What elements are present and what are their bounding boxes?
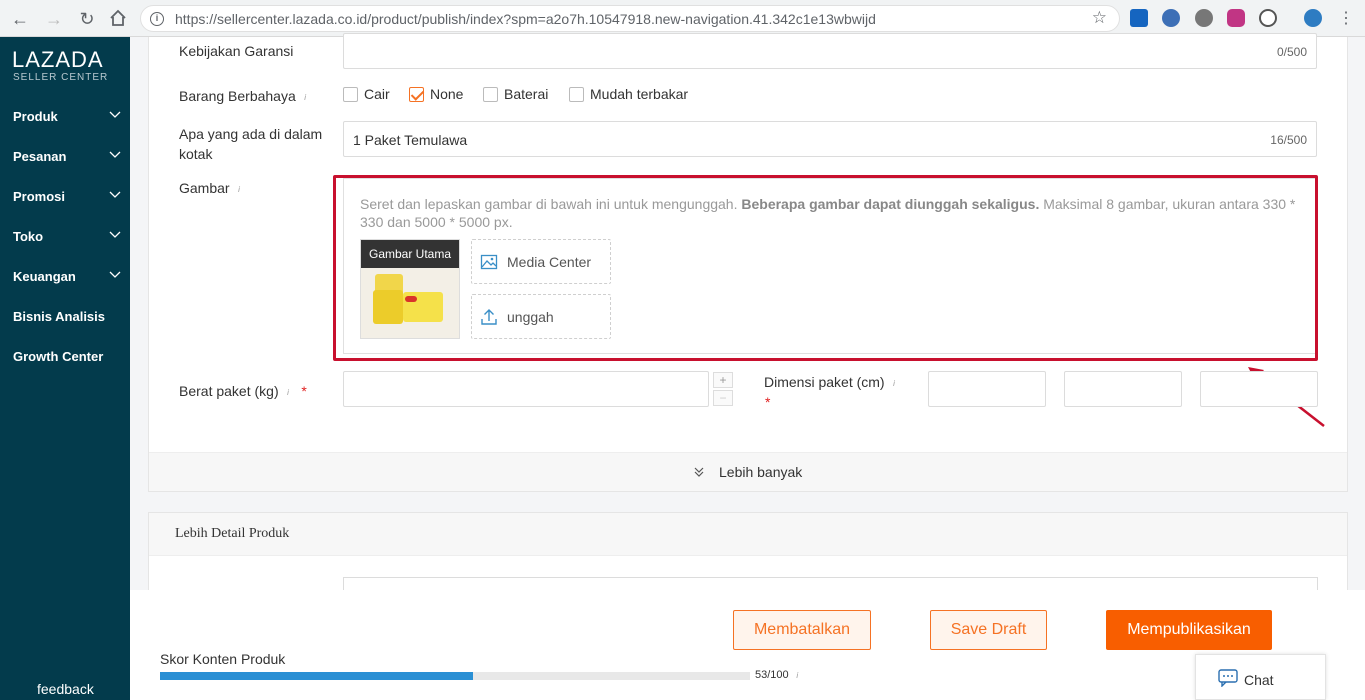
brand-logo[interactable]: LAZADA	[12, 47, 104, 73]
product-detail-header: Lebih Detail Produk	[149, 513, 1347, 556]
chevron-down-icon	[109, 148, 121, 163]
sidebar-item-label: Growth Center	[13, 349, 104, 364]
content-score-label: Skor Konten Produk	[160, 651, 286, 667]
address-bar[interactable]: i https://sellercenter.lazada.co.id/prod…	[140, 5, 1120, 32]
sidebar-item-label: Promosi	[13, 189, 66, 204]
images-label: Gambar i	[179, 180, 244, 196]
info-icon[interactable]: i	[300, 92, 311, 103]
checkbox-mudah-terbakar[interactable]: Mudah terbakar	[569, 86, 688, 102]
sidebar-item-label: Keuangan	[13, 269, 76, 284]
warranty-input[interactable]: 0/500	[343, 33, 1317, 69]
browser-menu-icon[interactable]: ⋮	[1336, 9, 1356, 29]
box-contents-input[interactable]: 1 Paket Temulawa 16/500	[343, 121, 1317, 157]
length-input[interactable]	[928, 371, 1046, 407]
weight-increment-button[interactable]: +	[713, 372, 733, 388]
weight-input[interactable]	[343, 371, 709, 407]
chat-extension-icon[interactable]	[1259, 9, 1277, 27]
checkbox-box[interactable]	[483, 87, 498, 102]
sidebar-item-bisnis-analisis[interactable]: Bisnis Analisis	[13, 309, 123, 324]
cancel-button[interactable]: Membatalkan	[733, 610, 871, 650]
extension-icon-2[interactable]	[1162, 9, 1180, 27]
content-score-fill	[160, 672, 473, 680]
info-icon[interactable]: i	[792, 670, 803, 681]
sidebar: LAZADA SELLER CENTER Produk Pesanan Promos…	[0, 37, 130, 700]
info-icon[interactable]: i	[888, 378, 899, 389]
home-icon[interactable]	[108, 9, 128, 29]
sidebar-item-growth-center[interactable]: Growth Center	[13, 349, 123, 364]
sidebar-item-toko[interactable]: Toko	[13, 229, 123, 244]
checkbox-none[interactable]: None	[409, 86, 463, 102]
warranty-char-count: 0/500	[1276, 45, 1307, 59]
bottom-action-bar: Membatalkan Save Draft Mempublikasikan S…	[130, 590, 1365, 700]
content-score-bar	[160, 672, 750, 680]
product-detail-title: Lebih Detail Produk	[175, 526, 290, 541]
sidebar-item-label: Toko	[13, 229, 44, 244]
url-text: https://sellercenter.lazada.co.id/produc…	[175, 11, 876, 27]
extension-gear-icon[interactable]	[1195, 9, 1213, 27]
warranty-label: Kebijakan Garansi	[179, 43, 294, 59]
sidebar-item-label: Produk	[13, 109, 58, 124]
annotation-highlight-box	[333, 175, 1318, 361]
checkbox-box[interactable]	[343, 87, 358, 102]
box-contents-char-count: 16/500	[1270, 133, 1307, 147]
chevron-down-icon	[109, 268, 121, 283]
chat-button[interactable]: Chat	[1195, 654, 1326, 700]
publish-button[interactable]: Mempublikasikan	[1106, 610, 1272, 650]
forward-icon[interactable]: →	[44, 9, 64, 29]
instagram-icon[interactable]	[1227, 9, 1245, 27]
site-info-icon[interactable]: i	[150, 12, 164, 26]
browser-toolbar: ← → ↻ i https://sellercenter.lazada.co.i…	[0, 0, 1365, 37]
box-contents-value: 1 Paket Temulawa	[353, 132, 468, 148]
checkbox-baterai[interactable]: Baterai	[483, 86, 548, 102]
dimension-required: *	[765, 394, 771, 410]
save-draft-button[interactable]: Save Draft	[930, 610, 1047, 650]
dangerous-goods-label: Barang Berbahaya i	[179, 88, 311, 104]
sidebar-item-pesanan[interactable]: Pesanan	[13, 149, 123, 164]
profile-avatar-icon[interactable]	[1304, 9, 1322, 27]
chevron-down-icon	[109, 188, 121, 203]
weight-decrement-button[interactable]: −	[713, 390, 733, 406]
height-input[interactable]	[1200, 371, 1318, 407]
chat-bubble-icon	[1218, 669, 1238, 687]
reload-icon[interactable]: ↻	[77, 9, 97, 29]
brand-subtitle: SELLER CENTER	[13, 72, 109, 83]
checkbox-cair[interactable]: Cair	[343, 86, 390, 102]
checkbox-box[interactable]	[569, 87, 584, 102]
box-contents-label: Apa yang ada di dalam kotak	[179, 126, 323, 162]
chevron-down-icon	[109, 228, 121, 243]
checkbox-box-checked[interactable]	[409, 87, 424, 102]
chevron-double-down-icon	[694, 467, 704, 477]
content-score-value: 53/100 i	[755, 669, 803, 681]
show-more-toggle[interactable]: Lebih banyak	[149, 452, 1347, 491]
sidebar-item-promosi[interactable]: Promosi	[13, 189, 123, 204]
sidebar-item-label: Bisnis Analisis	[13, 309, 105, 324]
sidebar-item-label: Pesanan	[13, 149, 67, 164]
required-asterisk: *	[301, 383, 307, 399]
bookmark-star-icon[interactable]: ☆	[1092, 8, 1107, 28]
feedback-link[interactable]: feedback	[37, 681, 94, 697]
sidebar-item-produk[interactable]: Produk	[13, 109, 123, 124]
info-icon[interactable]: i	[283, 387, 294, 398]
extension-icon-1[interactable]	[1130, 9, 1148, 27]
sidebar-item-keuangan[interactable]: Keuangan	[13, 269, 123, 284]
width-input[interactable]	[1064, 371, 1182, 407]
chevron-down-icon	[109, 108, 121, 123]
dimension-label: Dimensi paket (cm) i	[764, 374, 899, 390]
weight-label: Berat paket (kg) i *	[179, 383, 307, 399]
info-icon[interactable]: i	[233, 184, 244, 195]
back-icon[interactable]: ←	[10, 9, 30, 29]
